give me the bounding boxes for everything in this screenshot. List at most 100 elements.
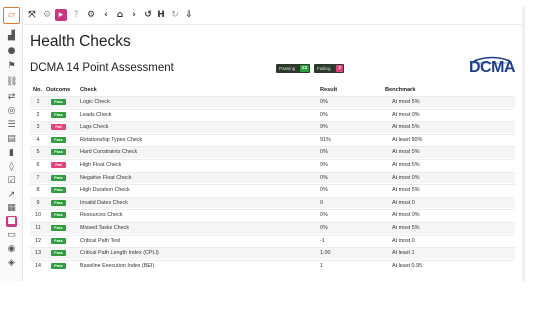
table-row[interactable]: 7 Pass Negative Float Check 0% At most 0%: [30, 171, 515, 184]
outcome-badge: Pass: [51, 262, 66, 269]
check-icon[interactable]: ☑: [6, 176, 17, 187]
check-name[interactable]: Resources Check: [80, 211, 123, 220]
row-number: 10: [35, 212, 41, 219]
passing-summary: Passing 12: [276, 64, 310, 73]
home-icon[interactable]: ⌂: [114, 9, 126, 21]
resources-icon[interactable]: ⇄: [6, 92, 17, 103]
message-icon[interactable]: ▭: [6, 230, 17, 241]
outcome-badge: Pass: [51, 250, 66, 257]
sidebar: ▱ ▟ ● ⚑ ⛓ ⇄ ◎ ☰ ▤ ▮ ◊ ☑ ↗ ▦ ■ ▭ ◉ ◈: [0, 7, 23, 281]
check-result: 0%: [320, 212, 328, 219]
document-icon[interactable]: ▤: [6, 134, 17, 145]
table-row[interactable]: 6 Fail High Float Check 9% At most 5%: [30, 159, 515, 171]
expand-icon[interactable]: ⤧: [26, 9, 38, 21]
scrollbar[interactable]: [522, 7, 525, 281]
check-name[interactable]: High Duration Check: [80, 186, 130, 195]
check-result: 0%: [320, 174, 328, 181]
check-name[interactable]: High Float Check: [80, 161, 121, 170]
check-benchmark: At most 0: [392, 199, 415, 206]
check-name[interactable]: Leads Check: [80, 111, 111, 120]
row-number: 2: [36, 111, 40, 118]
check-result: 0%: [320, 111, 328, 118]
gear-icon[interactable]: ⚙: [85, 9, 97, 21]
hint-icon[interactable]: ◊: [6, 162, 17, 173]
history-icon[interactable]: H: [155, 9, 167, 21]
outcome-badge: Fail: [51, 162, 66, 168]
check-name[interactable]: Critical Path Length Index (CPLI): [80, 249, 159, 258]
check-benchmark: At most 0%: [392, 212, 420, 219]
table-row[interactable]: 4 Pass Relationship Types Check 91% At least…: [30, 133, 515, 146]
row-number: 9: [36, 199, 40, 206]
table-row[interactable]: 11 Pass Missed Tasks Check 0% At most 5%: [30, 222, 515, 234]
target-icon[interactable]: ◎: [6, 106, 17, 117]
table-row[interactable]: 12 Pass Critical Path Test -1 At most 0: [30, 234, 515, 247]
row-number: 7: [36, 174, 40, 181]
check-result: 1.00: [320, 250, 331, 257]
outcome-badge: Pass: [51, 136, 66, 143]
check-benchmark: At most 5%: [392, 99, 420, 105]
trend-icon[interactable]: ↗: [6, 190, 17, 201]
table-row[interactable]: 9 Pass Invalid Dates Check 0 At most 0: [30, 196, 515, 209]
check-name[interactable]: Baseline Execution Index (BEI): [80, 262, 154, 271]
outcome-badge: Pass: [51, 225, 66, 231]
check-name[interactable]: Negative Float Check: [80, 174, 132, 183]
check-benchmark: At least 90%: [392, 136, 423, 143]
check-name[interactable]: Lags Check: [80, 123, 108, 132]
check-result: 1: [320, 262, 323, 269]
logo-icon[interactable]: ▱: [3, 7, 20, 24]
table-row[interactable]: 8 Pass High Duration Check 0% At most 5%: [30, 184, 515, 196]
failing-label: Failing: [317, 66, 331, 71]
table-row[interactable]: 2 Pass Leads Check 0% At most 0%: [30, 108, 515, 121]
help-icon[interactable]: ?: [70, 9, 82, 21]
outcome-badge: Pass: [51, 199, 66, 206]
check-benchmark: At least 1: [392, 250, 415, 257]
back-icon[interactable]: ‹: [100, 9, 112, 21]
undo-icon[interactable]: ↺: [142, 9, 154, 21]
check-result: 0%: [320, 187, 328, 194]
row-number: 12: [35, 237, 41, 244]
book-icon[interactable]: ▮: [6, 148, 17, 159]
link-icon[interactable]: ⛓: [6, 77, 17, 88]
check-benchmark: At least 0.95: [392, 262, 422, 269]
table-row[interactable]: 10 Pass Resources Check 0% At most 0%: [30, 209, 515, 221]
health-check-icon[interactable]: ■: [6, 216, 17, 227]
check-benchmark: At most 5%: [392, 149, 420, 156]
check-result: 0%: [320, 225, 328, 231]
table-row[interactable]: 5 Pass Hard Constraints Check 0% At most 5%: [30, 146, 515, 159]
check-name[interactable]: Hard Constraints Check: [80, 148, 137, 157]
table-row[interactable]: 1 Pass Logic Check 0% At most 5%: [30, 96, 515, 108]
play-icon[interactable]: ▸: [55, 9, 67, 21]
outcome-badge: Pass: [51, 149, 66, 156]
check-name[interactable]: Logic Check: [80, 98, 110, 107]
check-result: 9%: [320, 162, 328, 168]
table-row[interactable]: 3 Fail Lags Check 9% At most 5%: [30, 121, 515, 133]
check-name[interactable]: Critical Path Test: [80, 237, 120, 246]
outcome-badge: Pass: [51, 99, 66, 105]
flag-icon[interactable]: ⚑: [6, 61, 17, 72]
check-result: 0%: [320, 99, 328, 105]
settings-icon[interactable]: ⚙: [41, 9, 53, 21]
list-icon[interactable]: ☰: [6, 120, 17, 131]
check-result: -1: [320, 237, 325, 244]
check-benchmark: At most 5%: [392, 124, 420, 131]
forward-icon[interactable]: ›: [128, 9, 140, 21]
chart-icon[interactable]: ▟: [6, 31, 17, 42]
chat-icon[interactable]: ◈: [6, 258, 17, 269]
check-benchmark: At most 5%: [392, 187, 420, 194]
check-benchmark: At most 5%: [392, 225, 420, 231]
row-number: 1: [36, 99, 40, 105]
calendar-icon[interactable]: ▦: [6, 203, 17, 214]
download-icon[interactable]: ⇩: [183, 9, 195, 21]
row-number: 3: [36, 124, 40, 131]
check-name[interactable]: Missed Tasks Check: [80, 224, 129, 233]
row-number: 8: [36, 187, 40, 194]
team-icon[interactable]: ●: [6, 46, 17, 57]
refresh-icon[interactable]: ↻: [169, 9, 181, 21]
eye-icon[interactable]: ◉: [6, 244, 17, 255]
check-name[interactable]: Relationship Types Check: [80, 136, 142, 145]
table-row[interactable]: 14 Pass Baseline Execution Index (BEI) 1 At …: [30, 259, 515, 272]
table-row[interactable]: 13 Pass Critical Path Length Index (CPLI) 1…: [30, 247, 515, 259]
check-result: 0%: [320, 149, 328, 156]
outcome-badge: Pass: [51, 212, 66, 219]
check-name[interactable]: Invalid Dates Check: [80, 199, 128, 208]
